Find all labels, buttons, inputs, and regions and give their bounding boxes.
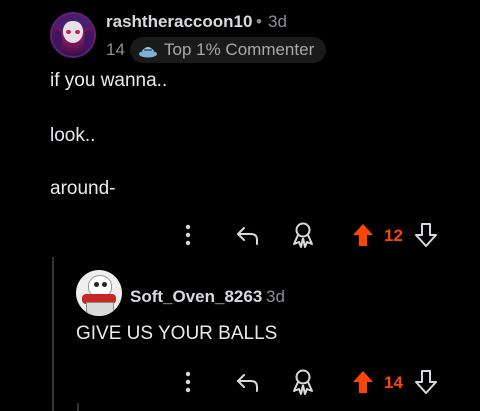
downvote-arrow-icon[interactable] [414,369,438,395]
avatar-armor [86,302,114,316]
comment-timestamp: 3d [268,12,287,31]
upvote-arrow-icon[interactable] [351,222,375,248]
avatar-ring [50,12,96,58]
more-vertical-icon[interactable] [180,223,196,247]
reply-arrow-icon[interactable] [234,369,262,395]
commenter-badge[interactable]: Top 1% Commenter [130,37,327,63]
upvote-arrow-icon[interactable] [351,369,375,395]
avatar[interactable] [76,270,122,316]
comment-timestamp: 3d [266,287,285,306]
comment-body: GIVE US YOUR BALLS [76,323,278,344]
reply-arrow-icon[interactable] [234,222,262,248]
badge-icon [138,42,158,58]
comment-body-line-1: if you wanna.. [50,70,168,91]
vote-count: 14 [384,373,403,392]
comment-body-line-2: look.. [50,125,96,146]
award-icon[interactable] [290,367,316,397]
avatar-eye-left [94,282,99,287]
badge-label: Top 1% Commenter [164,40,315,59]
avatar-eye-right [102,282,107,287]
award-icon[interactable] [290,220,316,250]
avatar[interactable] [50,12,96,58]
downvote-arrow-icon[interactable] [414,222,438,248]
more-vertical-icon[interactable] [180,370,196,394]
nested-thread-line[interactable] [77,403,79,411]
comment-username[interactable]: Soft_Oven_8263 [130,287,262,307]
vote-count: 12 [384,226,403,245]
user-karma: 14 [106,40,125,59]
thread-line[interactable] [52,257,54,411]
comment-body-line-3: around- [50,178,116,199]
comment-username[interactable]: rashtheraccoon10 [106,12,252,32]
separator-dot: • [256,12,262,31]
